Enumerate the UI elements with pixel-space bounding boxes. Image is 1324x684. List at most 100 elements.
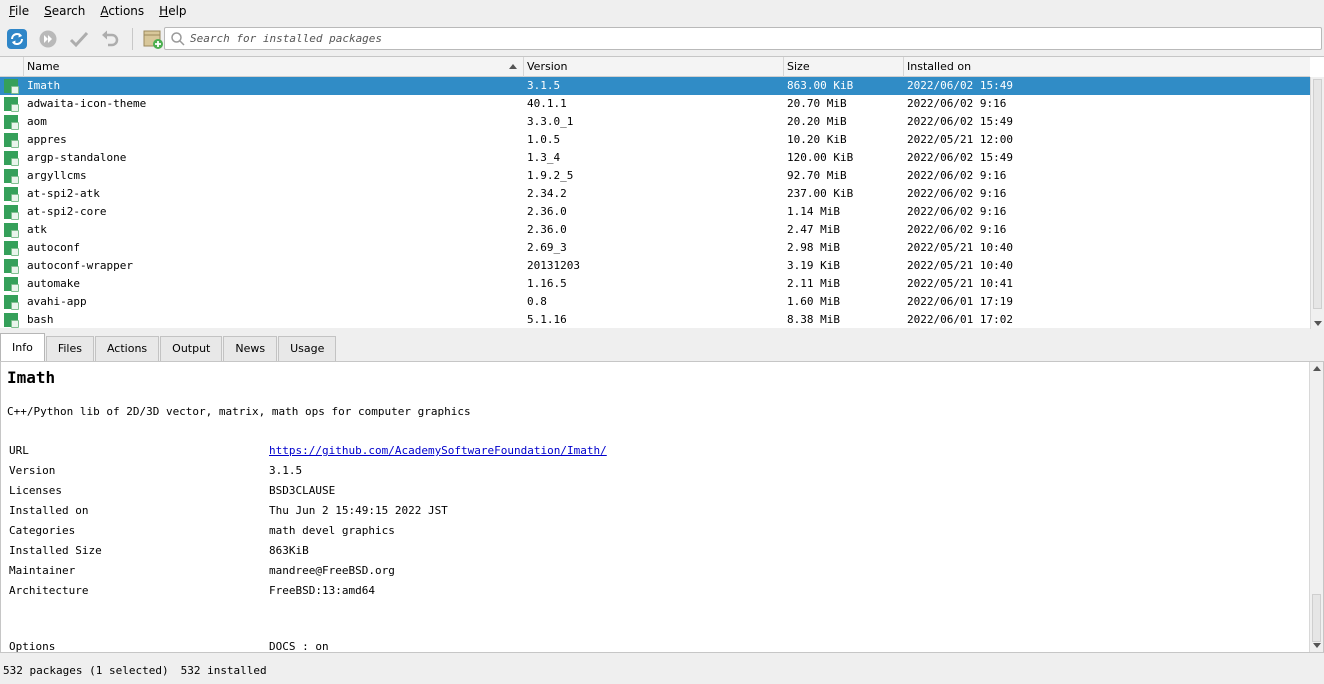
undo-icon bbox=[102, 30, 119, 47]
tab-info[interactable]: Info bbox=[0, 333, 45, 361]
search-icon bbox=[171, 31, 185, 46]
status-bar: 532 packages (1 selected) 532 installed bbox=[0, 660, 1324, 680]
table-scrollbar[interactable] bbox=[1310, 77, 1324, 329]
field-value: DOCS : on bbox=[269, 640, 329, 653]
table-row[interactable]: Imath 3.1.5 863.00 KiB 2022/06/02 15:49 bbox=[0, 77, 1310, 95]
column-header-version[interactable]: Version bbox=[523, 57, 783, 77]
cell-name: avahi-app bbox=[27, 295, 87, 308]
table-row[interactable]: automake 1.16.5 2.11 MiB 2022/05/21 10:41 bbox=[0, 275, 1310, 293]
cell-installed: 2022/06/02 9:16 bbox=[907, 169, 1007, 182]
info-scrollbar[interactable] bbox=[1309, 362, 1323, 652]
cell-name: appres bbox=[27, 133, 67, 146]
table-header: Name Version Size Installed on bbox=[0, 57, 1310, 77]
upgrade-all-icon bbox=[39, 30, 57, 48]
scroll-down-icon[interactable] bbox=[1314, 321, 1322, 326]
search-input[interactable] bbox=[190, 32, 1290, 45]
cell-name: at-spi2-core bbox=[27, 205, 107, 218]
cell-size: 20.20 MiB bbox=[787, 115, 847, 128]
column-header-installed-on[interactable]: Installed on bbox=[903, 57, 1310, 77]
status-package-count: 532 packages (1 selected) bbox=[3, 663, 169, 677]
table-row[interactable]: appres 1.0.5 10.20 KiB 2022/05/21 12:00 bbox=[0, 131, 1310, 149]
tab-news[interactable]: News bbox=[223, 336, 278, 361]
column-header-icon bbox=[0, 57, 24, 77]
table-row[interactable]: at-spi2-core 2.36.0 1.14 MiB 2022/06/02 9:1… bbox=[0, 203, 1310, 221]
table-row[interactable]: at-spi2-atk 2.34.2 237.00 KiB 2022/06/02 9:… bbox=[0, 185, 1310, 203]
package-installed-icon bbox=[4, 79, 19, 94]
table-row[interactable]: atk 2.36.0 2.47 MiB 2022/06/02 9:16 bbox=[0, 221, 1310, 239]
field-label: Architecture bbox=[9, 584, 89, 597]
undo-button[interactable] bbox=[96, 25, 124, 53]
cell-size: 10.20 KiB bbox=[787, 133, 847, 146]
cell-name: at-spi2-atk bbox=[27, 187, 100, 200]
field-value: 863KiB bbox=[269, 544, 309, 557]
scroll-up-icon[interactable] bbox=[1313, 366, 1321, 371]
package-installed-icon bbox=[4, 187, 19, 202]
cell-installed: 2022/06/01 17:02 bbox=[907, 313, 1013, 326]
cell-installed: 2022/06/02 15:49 bbox=[907, 115, 1013, 128]
package-installed-icon bbox=[4, 97, 19, 112]
cell-size: 2.98 MiB bbox=[787, 241, 840, 254]
column-header-size[interactable]: Size bbox=[783, 57, 903, 77]
package-installed-icon bbox=[4, 169, 19, 184]
cell-name: Imath bbox=[27, 79, 61, 92]
table-row[interactable]: autoconf 2.69_3 2.98 MiB 2022/05/21 10:40 bbox=[0, 239, 1310, 257]
cell-name: automake bbox=[27, 277, 80, 290]
url-link[interactable]: https://github.com/AcademySoftwareFounda… bbox=[269, 444, 607, 457]
info-scrollbar-thumb[interactable] bbox=[1312, 594, 1321, 642]
table-row[interactable]: argp-standalone 1.3_4 120.00 KiB 2022/06/02… bbox=[0, 149, 1310, 167]
scroll-down-icon[interactable] bbox=[1313, 643, 1321, 648]
menu-file[interactable]: File bbox=[0, 0, 35, 22]
table-row[interactable]: avahi-app 0.8 1.60 MiB 2022/06/01 17:19 bbox=[0, 293, 1310, 311]
cell-version: 2.36.0 bbox=[527, 205, 567, 218]
cell-installed: 2022/05/21 10:40 bbox=[907, 241, 1013, 254]
menu-help[interactable]: Help bbox=[150, 0, 192, 22]
table-body: Imath 3.1.5 863.00 KiB 2022/06/02 15:49 adwa… bbox=[0, 77, 1310, 329]
cell-version: 5.1.16 bbox=[527, 313, 567, 326]
tab-files[interactable]: Files bbox=[45, 336, 94, 361]
column-header-name[interactable]: Name bbox=[23, 57, 523, 77]
info-panel: Imath C++/Python lib of 2D/3D vector, ma… bbox=[0, 361, 1324, 653]
cell-size: 20.70 MiB bbox=[787, 97, 847, 110]
tab-usage[interactable]: Usage bbox=[278, 336, 337, 361]
package-description: C++/Python lib of 2D/3D vector, matrix, … bbox=[7, 405, 471, 418]
status-installed-count: 532 installed bbox=[180, 663, 267, 677]
add-package-button[interactable] bbox=[139, 25, 167, 53]
table-row[interactable]: aom 3.3.0_1 20.20 MiB 2022/06/02 15:49 bbox=[0, 113, 1310, 131]
package-installed-icon bbox=[4, 259, 19, 274]
cell-size: 1.14 MiB bbox=[787, 205, 840, 218]
field-value: 3.1.5 bbox=[269, 464, 303, 477]
apply-icon bbox=[69, 31, 89, 48]
table-scrollbar-thumb[interactable] bbox=[1313, 79, 1322, 309]
cell-size: 1.60 MiB bbox=[787, 295, 840, 308]
cell-version: 20131203 bbox=[527, 259, 580, 272]
tab-actions[interactable]: Actions bbox=[94, 336, 160, 361]
cell-version: 40.1.1 bbox=[527, 97, 567, 110]
cell-installed: 2022/06/01 17:19 bbox=[907, 295, 1013, 308]
refresh-button[interactable] bbox=[3, 25, 31, 53]
cell-version: 0.8 bbox=[527, 295, 547, 308]
package-table: Name Version Size Installed on Imath 3.1.… bbox=[0, 56, 1324, 329]
table-row[interactable]: bash 5.1.16 8.38 MiB 2022/06/01 17:02 bbox=[0, 311, 1310, 329]
table-row[interactable]: adwaita-icon-theme 40.1.1 20.70 MiB 2022/06… bbox=[0, 95, 1310, 113]
menu-actions[interactable]: Actions bbox=[91, 0, 150, 22]
field-label: Options bbox=[9, 640, 56, 653]
cell-size: 2.11 MiB bbox=[787, 277, 840, 290]
cell-installed: 2022/06/02 9:16 bbox=[907, 223, 1007, 236]
package-installed-icon bbox=[4, 223, 19, 238]
cell-size: 863.00 KiB bbox=[787, 79, 854, 92]
sort-ascending-icon bbox=[509, 64, 517, 69]
search-box[interactable] bbox=[164, 27, 1322, 50]
menu-search[interactable]: Search bbox=[35, 0, 91, 22]
field-value: FreeBSD:13:amd64 bbox=[269, 584, 375, 597]
table-row[interactable]: argyllcms 1.9.2_5 92.70 MiB 2022/06/02 9:16 bbox=[0, 167, 1310, 185]
tab-output[interactable]: Output bbox=[160, 336, 223, 361]
package-installed-icon bbox=[4, 277, 19, 292]
cell-name: atk bbox=[27, 223, 47, 236]
upgrade-all-button[interactable] bbox=[34, 25, 62, 53]
cell-name: adwaita-icon-theme bbox=[27, 97, 147, 110]
field-value: BSD3CLAUSE bbox=[269, 484, 336, 497]
cell-name: autoconf-wrapper bbox=[27, 259, 133, 272]
apply-button[interactable] bbox=[65, 25, 93, 53]
cell-size: 120.00 KiB bbox=[787, 151, 854, 164]
table-row[interactable]: autoconf-wrapper 20131203 3.19 KiB 2022/05/… bbox=[0, 257, 1310, 275]
